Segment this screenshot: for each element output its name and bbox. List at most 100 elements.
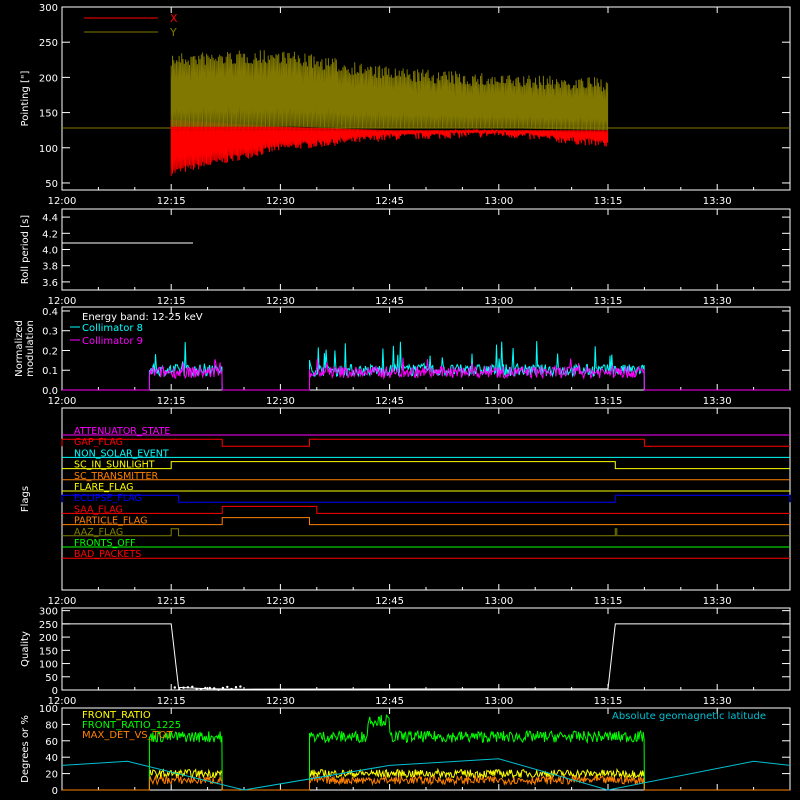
y-axis-label: Degrees or % (20, 715, 31, 783)
y-tick-label: 60 (45, 737, 58, 748)
time-tick-label: 13:00 (484, 596, 513, 607)
quality-point (226, 685, 229, 689)
time-tick-label: 12:45 (375, 396, 404, 407)
y-tick-label: 50 (45, 179, 58, 190)
time-tick-label: 13:15 (594, 696, 623, 707)
legend-collimator9: Collimator 9 (82, 336, 143, 347)
time-tick-label: 12:00 (48, 596, 77, 607)
legend-y-label: Y (169, 26, 177, 39)
quality-point (195, 688, 198, 691)
quality-point (221, 686, 225, 690)
y-tick-label: 4.0 (42, 246, 58, 257)
quality-point (182, 686, 185, 689)
y-tick-label: 0 (52, 786, 58, 797)
time-tick-label: 13:30 (703, 596, 732, 607)
time-tick-label: 12:45 (375, 696, 404, 707)
y-axis-label: Flags (20, 486, 31, 512)
y-tick-label: 150 (39, 646, 58, 657)
time-tick-label: 12:45 (375, 296, 404, 307)
flag-label: ATTENUATOR_STATE (74, 426, 170, 437)
time-tick-label: 12:15 (157, 696, 186, 707)
quality-point (204, 686, 207, 690)
y-tick-label: 0.1 (42, 366, 58, 377)
y-tick-label: 3.6 (42, 278, 58, 289)
time-tick-label: 12:30 (266, 696, 295, 707)
time-tick-label: 12:30 (266, 396, 295, 407)
time-tick-label: 13:15 (594, 396, 623, 407)
y-axis-label: Pointing ["] (20, 70, 31, 126)
quality-point (208, 686, 211, 690)
y-tick-label: 0.3 (42, 327, 58, 338)
quality-point (230, 687, 233, 691)
legend-collimator8: Collimator 8 (82, 323, 143, 334)
time-tick-label: 12:45 (375, 196, 404, 207)
flag-label: FLARE_FLAG (74, 482, 134, 493)
y-tick-label: 100 (39, 704, 58, 715)
y-tick-label: 200 (39, 633, 58, 644)
time-tick-label: 13:30 (703, 696, 732, 707)
y-tick-label: 300 (39, 3, 58, 14)
quality-point (213, 687, 216, 690)
time-tick-label: 13:00 (484, 396, 513, 407)
time-tick-label: 13:30 (703, 196, 732, 207)
flag-label: FRONTS_OFF (74, 538, 136, 549)
flag-label: PARTICLE_FLAG (74, 516, 147, 527)
quality-point (186, 686, 190, 689)
y-tick-label: 200 (39, 73, 58, 84)
time-tick-label: 13:30 (703, 296, 732, 307)
time-tick-label: 12:15 (157, 396, 186, 407)
y-tick-label: 80 (45, 720, 58, 731)
flag-label: GAP_FLAG (74, 437, 123, 448)
y-tick-label: 20 (45, 770, 58, 781)
y-tick-label: 3.8 (42, 262, 58, 273)
quality-point (239, 685, 242, 688)
time-tick-label: 12:30 (266, 296, 295, 307)
time-tick-label: 12:15 (157, 196, 186, 207)
y-tick-label: 4.2 (42, 229, 58, 240)
flag-label: SC_IN_SUNLIGHT (74, 460, 155, 471)
y-tick-label: 50 (45, 673, 58, 684)
time-tick-label: 12:30 (266, 596, 295, 607)
time-tick-label: 13:15 (594, 196, 623, 207)
quality-point (191, 685, 194, 688)
y-tick-label: 100 (39, 144, 58, 155)
flag-label: SC_TRANSMITTER (74, 471, 159, 482)
quality-point (178, 688, 181, 691)
time-tick-label: 13:30 (703, 396, 732, 407)
time-tick-label: 13:15 (594, 596, 623, 607)
y-axis-label: modulation (25, 320, 36, 377)
legend-max-det: MAX_DET_VS_TOT (82, 730, 174, 741)
quality-point (217, 688, 220, 691)
flag-label: BAD_PACKETS (74, 549, 141, 560)
y-tick-label: 0.4 (42, 307, 58, 318)
flag-label: ECLIPSE_FLAG (74, 493, 142, 504)
time-tick-label: 12:00 (48, 196, 77, 207)
y-tick-label: 150 (39, 109, 58, 120)
time-tick-label: 12:00 (48, 396, 77, 407)
quality-point (173, 686, 176, 689)
legend-x-label: X (170, 12, 178, 25)
y-tick-label: 100 (39, 660, 58, 671)
y-tick-label: 0.2 (42, 346, 58, 357)
latitude-annotation: Absolute geomagnetic latitude (612, 711, 766, 722)
y-tick-label: 300 (39, 607, 58, 618)
y-tick-label: 250 (39, 620, 58, 631)
time-tick-label: 12:15 (157, 596, 186, 607)
time-tick-label: 13:00 (484, 696, 513, 707)
y-axis-label: Quality (20, 631, 31, 667)
flag-label: AAZ_FLAG (74, 527, 123, 538)
energy-band-label: Energy band: 12-25 keV (82, 312, 203, 323)
time-tick-label: 13:00 (484, 196, 513, 207)
time-tick-label: 12:30 (266, 196, 295, 207)
y-tick-label: 250 (39, 38, 58, 49)
y-axis-label: Normalized (14, 320, 25, 377)
flag-label: SAA_FLAG (74, 504, 123, 515)
rhessi-quicklook-chart: 12:00 12:15 12:30 12:45 13:00 13:15 13:30 50 100… (0, 0, 800, 800)
flag-label: NON_SOLAR_EVENT (74, 448, 169, 459)
time-tick-label: 13:00 (484, 296, 513, 307)
time-tick-label: 12:15 (157, 296, 186, 307)
y-tick-label: 40 (45, 753, 58, 764)
y-axis-label: Roll period [s] (20, 215, 31, 284)
quality-point (234, 686, 238, 689)
quality-point (199, 688, 203, 691)
